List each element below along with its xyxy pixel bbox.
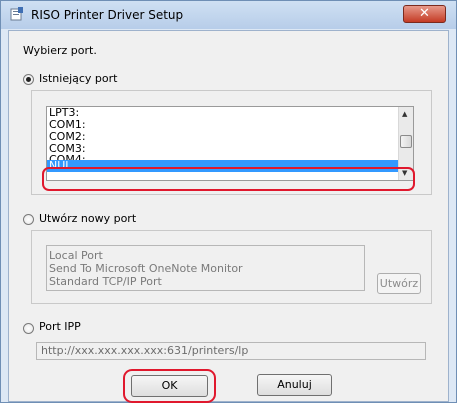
title-bar[interactable]: RISO Printer Driver Setup ✕ [1, 1, 456, 29]
cancel-button[interactable]: Anuluj [257, 374, 332, 396]
highlight-ok-button [123, 369, 216, 403]
ipp-port-label: Port IPP [39, 320, 81, 333]
port-list-item[interactable]: LPT3: [47, 107, 413, 119]
scroll-up-icon[interactable]: ▲ [402, 110, 407, 118]
port-list-item[interactable]: COM2: [47, 131, 413, 143]
port-type-item[interactable]: Standard TCP/IP Port [47, 275, 364, 288]
port-list-item[interactable]: COM1: [47, 119, 413, 131]
new-port-group: Local Port Send To Microsoft OneNote Mon… [31, 230, 432, 304]
existing-port-label: Istniejący port [39, 72, 118, 85]
printer-app-icon [10, 7, 23, 21]
prompt-label: Wybierz port. [23, 44, 97, 57]
close-button[interactable]: ✕ [403, 5, 446, 23]
new-port-list[interactable]: Local Port Send To Microsoft OneNote Mon… [46, 245, 365, 291]
dialog-body: Wybierz port. Istniejący port LPT3: COM1… [8, 30, 449, 403]
new-port-radio[interactable] [23, 214, 34, 225]
new-port-label: Utwórz nowy port [39, 212, 137, 225]
ipp-port-radio[interactable] [23, 323, 34, 334]
setup-dialog: RISO Printer Driver Setup ✕ Wybierz port… [0, 0, 457, 403]
port-list-item[interactable]: COM3: [47, 143, 413, 155]
port-type-item[interactable]: Local Port [47, 249, 364, 262]
ipp-url-field[interactable]: http://xxx.xxx.xxx.xxx:631/printers/lp [36, 342, 426, 360]
create-port-button[interactable]: Utwórz [377, 273, 421, 294]
window-title: RISO Printer Driver Setup [31, 8, 184, 22]
existing-port-radio[interactable] [23, 74, 34, 85]
scroll-thumb[interactable] [400, 135, 412, 148]
port-type-item[interactable]: Send To Microsoft OneNote Monitor [47, 262, 364, 275]
highlight-nul-selection [42, 167, 415, 191]
